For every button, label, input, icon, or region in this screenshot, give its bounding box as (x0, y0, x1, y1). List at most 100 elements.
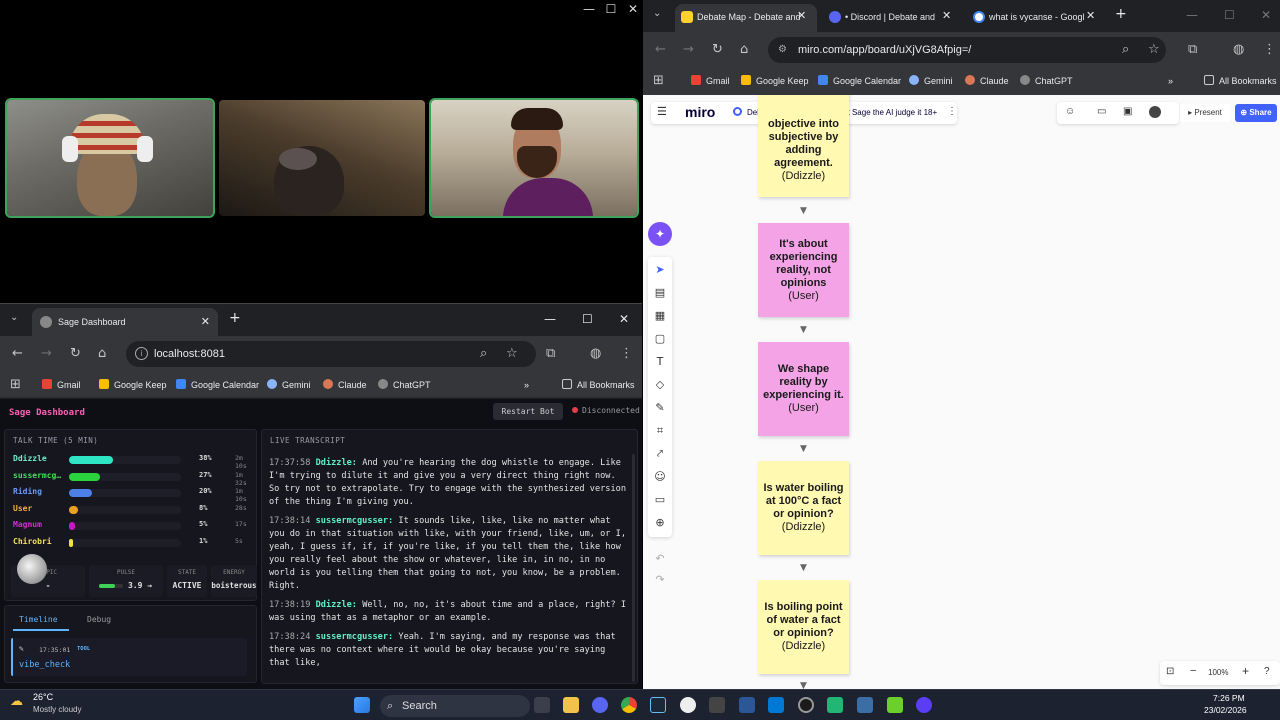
reactions-icon[interactable]: ☺ (1065, 106, 1075, 117)
apps-icon[interactable]: ⊞ (653, 73, 664, 88)
bookmark-gmail[interactable]: Gmail (42, 378, 81, 392)
bookmark-star-icon[interactable]: ☆ (1148, 42, 1160, 57)
weather-temp[interactable]: 26°C (33, 692, 53, 702)
chrome-icon[interactable] (621, 697, 637, 713)
help-icon[interactable]: ? (1264, 666, 1270, 677)
sticky-note-4[interactable]: Is water boiling at 100°C a fact or opin… (758, 461, 849, 555)
bookmark-gmail[interactable]: Gmail (691, 74, 730, 88)
templates-icon[interactable]: ▤ (648, 286, 672, 299)
close-window-button[interactable]: ✕ (1261, 8, 1271, 22)
share-button[interactable]: ⊕ Share (1235, 104, 1277, 122)
tab-sage-dashboard[interactable]: Sage Dashboard ✕ (32, 308, 218, 336)
address-bar[interactable]: i localhost:8081 (126, 341, 536, 367)
extensions-icon[interactable]: ⧉ (546, 346, 555, 361)
maximize-button[interactable]: ☐ (582, 312, 593, 326)
zoom-level[interactable]: 100% (1208, 668, 1228, 677)
comments-icon[interactable]: ▭ (1097, 106, 1106, 117)
tab-search-icon[interactable]: ⌄ (10, 312, 18, 323)
bookmarks-overflow-icon[interactable]: » (1168, 74, 1173, 88)
all-bookmarks[interactable]: All Bookmarks (1204, 74, 1277, 88)
bookmark-google-keep[interactable]: Google Keep (741, 74, 809, 88)
user-avatar[interactable] (1149, 106, 1161, 118)
app-purple-icon[interactable] (916, 697, 932, 713)
reload-icon[interactable]: ↻ (712, 42, 723, 57)
zoom-in-button[interactable]: + (1242, 664, 1249, 678)
play-icon[interactable] (887, 697, 903, 713)
weather-icon[interactable]: ☁ (10, 693, 28, 711)
bookmark-chatgpt[interactable]: ChatGPT (1020, 74, 1073, 88)
site-info-icon[interactable]: i (135, 347, 148, 360)
profile-icon[interactable]: ◍ (1233, 42, 1244, 57)
close-tab-icon-2[interactable]: ✕ (942, 9, 951, 22)
shapes-icon[interactable]: ◇ (648, 378, 672, 391)
vscode-icon[interactable] (768, 697, 784, 713)
new-tab-button[interactable]: + (1115, 6, 1127, 22)
tab-search-icon[interactable]: ⌄ (653, 8, 661, 19)
miro-board[interactable]: ☰ miro Debate Map - Debate and let Sage … (643, 95, 1280, 689)
bookmark-star-icon[interactable]: ☆ (506, 346, 518, 361)
menu-icon[interactable]: ⋮ (1263, 42, 1276, 57)
bookmark-chatgpt[interactable]: ChatGPT (378, 378, 431, 392)
video-icon[interactable]: ▣ (1123, 106, 1132, 117)
bookmark-claude[interactable]: Claude (965, 74, 1009, 88)
close-tab-icon[interactable]: ✕ (201, 308, 210, 336)
crop-frame-icon[interactable]: ⌗ (648, 424, 672, 438)
forward-icon[interactable]: → (41, 346, 52, 361)
fit-screen-icon[interactable]: ⊡ (1166, 666, 1174, 677)
close-tab-icon[interactable]: ✕ (797, 9, 806, 22)
redo-icon[interactable]: ↷ (648, 573, 672, 586)
present-button[interactable]: ▸ Present (1180, 104, 1230, 122)
bookmarks-overflow-icon[interactable]: » (524, 378, 529, 392)
bookmark-claude[interactable]: Claude (323, 378, 367, 392)
minimize-button[interactable]: — (544, 312, 556, 326)
app-green-icon[interactable] (827, 697, 843, 713)
home-icon[interactable]: ⌂ (740, 42, 748, 57)
bookmark-gemini[interactable]: Gemini (909, 74, 953, 88)
maximize-button[interactable]: ☐ (602, 2, 620, 16)
timeline-item[interactable]: ✎ 17:35:01 TOOL vibe_check (11, 638, 247, 676)
steam-icon[interactable] (650, 697, 666, 713)
zoom-icon[interactable]: ⌕ (480, 346, 487, 361)
menu-icon[interactable]: ⋮ (620, 346, 633, 361)
sticky-note-5[interactable]: Is boiling point of water a fact or opin… (758, 580, 849, 674)
minimize-button[interactable]: — (580, 2, 598, 16)
zoom-out-button[interactable]: − (1190, 665, 1196, 677)
terminal-icon[interactable] (709, 697, 725, 713)
connector-icon[interactable]: ⤤ (648, 447, 672, 461)
start-menu-icon[interactable] (354, 697, 370, 713)
tab-debug[interactable]: Debug (87, 615, 111, 624)
taskbar-search[interactable]: ⌕ Search (380, 695, 530, 717)
bookmark-google-keep[interactable]: Google Keep (99, 378, 167, 392)
profile-icon[interactable]: ◍ (590, 346, 601, 361)
ai-assistant-icon[interactable]: ✦ (648, 222, 672, 246)
bookmark-google-calendar[interactable]: Google Calendar (176, 378, 259, 392)
video-tile-participant-2[interactable] (219, 100, 425, 216)
comment-icon[interactable]: ▭ (648, 493, 672, 506)
powershell-icon[interactable] (739, 697, 755, 713)
miro-logo[interactable]: miro (685, 104, 715, 120)
close-button[interactable]: ✕ (624, 2, 642, 16)
select-tool-icon[interactable]: ➤ (648, 263, 672, 276)
text-tool-icon[interactable]: T (648, 355, 672, 368)
extensions-icon[interactable]: ⧉ (1188, 42, 1197, 57)
bookmark-google-calendar[interactable]: Google Calendar (818, 74, 901, 88)
clock-date[interactable]: 23/02/2026 (1204, 705, 1247, 715)
video-tile-participant-3[interactable] (429, 98, 639, 218)
close-tab-icon-3[interactable]: ✕ (1086, 9, 1095, 22)
frame-icon[interactable]: ▦ (648, 309, 672, 322)
board-menu-icon[interactable]: ⋮ (947, 106, 957, 117)
forward-icon[interactable]: → (683, 42, 694, 57)
emoji-icon[interactable]: ☺ (648, 470, 672, 483)
sticky-note-1[interactable]: objective into subjective by adding agre… (758, 95, 849, 197)
tab-timeline[interactable]: Timeline (19, 615, 58, 624)
undo-icon[interactable]: ↶ (648, 552, 672, 565)
home-icon[interactable]: ⌂ (98, 346, 106, 361)
discord-icon[interactable] (592, 697, 608, 713)
sticky-note-2[interactable]: It's about experiencing reality, not opi… (758, 223, 849, 317)
reload-icon[interactable]: ↻ (70, 346, 81, 361)
clock-time[interactable]: 7:26 PM (1213, 693, 1245, 703)
sticky-note-icon[interactable]: ▢ (648, 332, 672, 345)
sticky-note-3[interactable]: We shape reality by experiencing it. (Use… (758, 342, 849, 436)
new-tab-button[interactable]: + (229, 310, 241, 326)
scrollbar[interactable] (632, 454, 635, 682)
